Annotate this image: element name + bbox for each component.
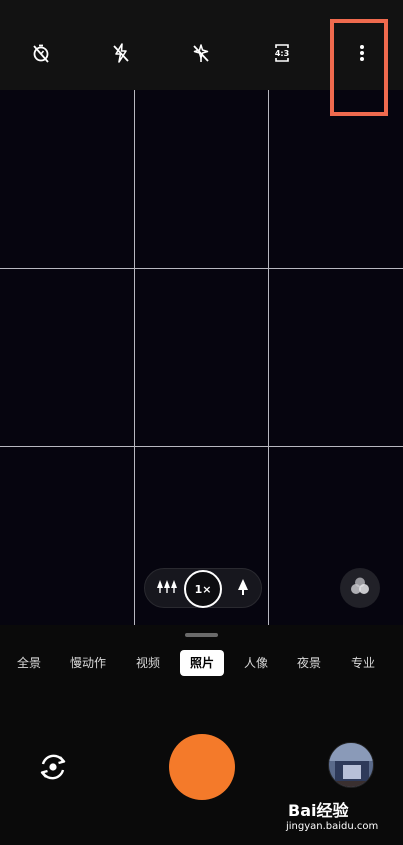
- gallery-thumbnail[interactable]: [328, 742, 374, 788]
- aspect-ratio-button[interactable]: 4:3: [269, 40, 295, 66]
- grid-line: [0, 446, 403, 447]
- highlight-box: [330, 19, 388, 116]
- switch-camera-icon: [35, 749, 71, 789]
- tree-tele-icon: [236, 578, 250, 600]
- mode-slow-motion[interactable]: 慢动作: [62, 650, 114, 676]
- baidu-jingyan-watermark: Bai经验 jingyan.baidu.com: [282, 797, 400, 841]
- flash-off-icon: [110, 42, 132, 64]
- grid-line: [134, 90, 135, 625]
- zoom-wide-button[interactable]: [151, 569, 183, 609]
- filter-circles-icon: [349, 576, 371, 600]
- viewfinder[interactable]: [0, 90, 403, 625]
- zoom-control: 1×: [144, 568, 262, 608]
- drag-handle[interactable]: [185, 633, 218, 637]
- ai-scene-off-icon: [190, 42, 212, 64]
- gallery-preview-image: [329, 743, 373, 787]
- timer-button[interactable]: [28, 40, 54, 66]
- mode-pro[interactable]: 专业: [343, 650, 383, 676]
- timer-off-icon: [30, 42, 52, 64]
- grid-line: [268, 90, 269, 625]
- watermark-url: jingyan.baidu.com: [286, 821, 379, 832]
- mode-panorama[interactable]: 全景: [10, 650, 48, 676]
- aspect-ratio-label: 4:3: [274, 48, 290, 58]
- ai-scene-button[interactable]: [188, 40, 214, 66]
- aspect-ratio-icon: 4:3: [271, 42, 293, 64]
- mode-night[interactable]: 夜景: [289, 650, 329, 676]
- filter-button[interactable]: [340, 568, 380, 608]
- mode-video[interactable]: 视频: [128, 650, 168, 676]
- zoom-level-button[interactable]: 1×: [184, 570, 222, 608]
- mode-portrait[interactable]: 人像: [236, 650, 276, 676]
- mode-photo[interactable]: 照片: [180, 650, 224, 676]
- shutter-button[interactable]: [169, 734, 235, 800]
- trees-wide-icon: [156, 578, 178, 600]
- grid-line: [0, 268, 403, 269]
- watermark-logo: Bai经验: [288, 801, 349, 820]
- flash-button[interactable]: [108, 40, 134, 66]
- switch-camera-button[interactable]: [32, 748, 74, 790]
- zoom-tele-button[interactable]: [227, 569, 259, 609]
- bottom-panel: 全景 慢动作 视频 照片 人像 夜景 专业 Bai经验 jingyan.baid…: [0, 625, 403, 845]
